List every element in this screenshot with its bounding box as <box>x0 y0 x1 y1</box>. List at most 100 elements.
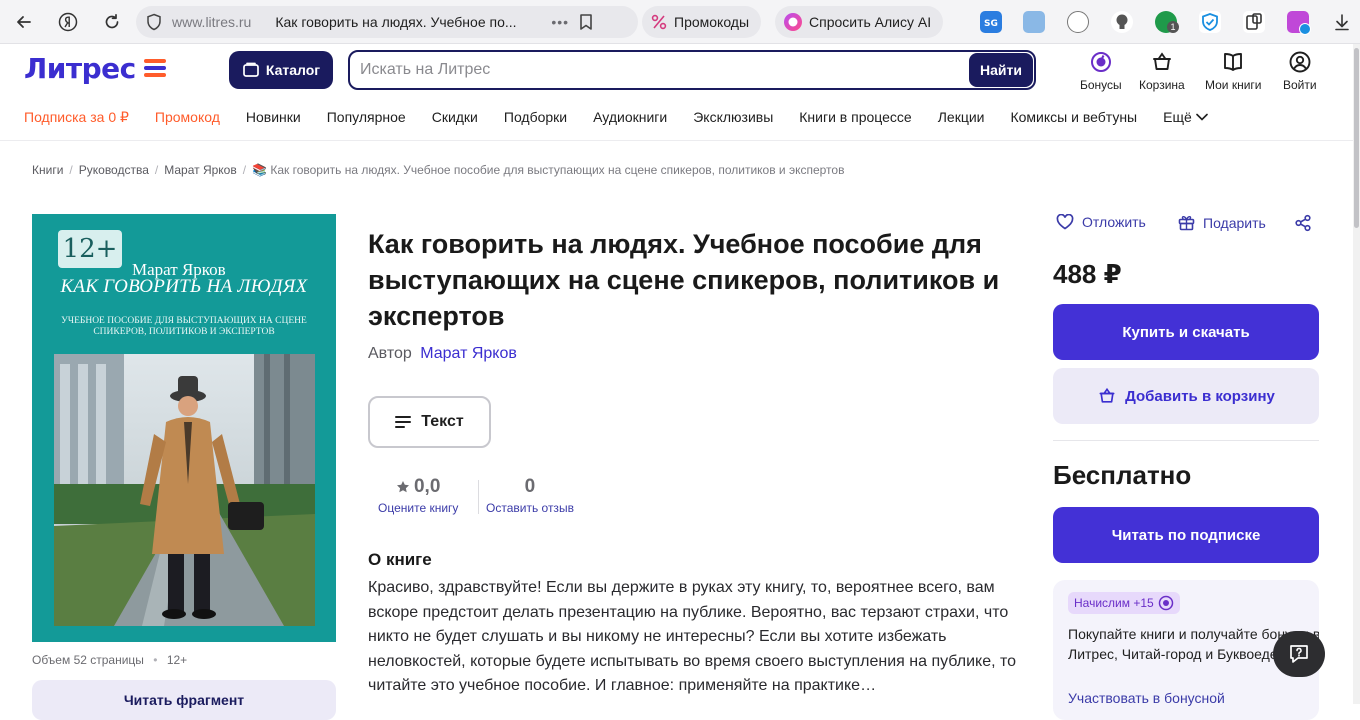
alice-icon <box>783 12 803 32</box>
shield-icon <box>146 13 162 31</box>
add-to-cart-button[interactable]: Добавить в корзину <box>1053 368 1319 424</box>
bonus-coin-icon <box>1158 595 1174 611</box>
more-dots-icon[interactable]: ••• <box>551 14 569 30</box>
promo-pill[interactable]: Промокоды <box>642 6 762 38</box>
rating-divider <box>478 480 479 514</box>
nav-popular[interactable]: Популярное <box>327 109 406 125</box>
nav-lectures[interactable]: Лекции <box>938 109 985 125</box>
chat-support-button[interactable] <box>1273 631 1325 677</box>
nav-more[interactable]: Ещё <box>1163 109 1208 125</box>
rating-value: 0,0 <box>413 476 441 497</box>
format-text-button[interactable]: Текст <box>368 396 491 448</box>
defer-label: Отложить <box>1082 214 1146 230</box>
nav-new[interactable]: Новинки <box>246 109 301 125</box>
alice-pill[interactable]: Спросить Алису AI <box>775 6 944 38</box>
extension-bulb-icon[interactable] <box>1111 11 1133 33</box>
chat-question-icon <box>1287 642 1311 666</box>
nav-promocode[interactable]: Промокод <box>155 109 220 125</box>
sidebar-divider <box>1053 440 1319 441</box>
catalog-button[interactable]: Каталог <box>229 51 333 89</box>
header-login[interactable]: Войти <box>1283 50 1317 92</box>
cart-icon <box>1097 386 1117 406</box>
book-title: Как говорить на людях. Учебное пособие д… <box>368 229 1000 331</box>
gift-icon <box>1178 214 1195 231</box>
promo-pill-label: Промокоды <box>674 14 750 30</box>
cover-title: КАК ГОВОРИТЬ НА ЛЮДЯХ <box>60 276 308 297</box>
download-icon[interactable] <box>1330 10 1354 34</box>
rating-block[interactable]: 0,0 Оцените книгу <box>378 476 458 515</box>
header-cart[interactable]: Корзина <box>1139 50 1185 92</box>
catalog-label: Каталог <box>265 62 321 78</box>
extension-chatgpt-icon[interactable] <box>1067 11 1089 33</box>
reload-icon[interactable] <box>100 10 124 34</box>
heart-icon <box>1056 214 1074 230</box>
header-bonus[interactable]: Бонусы <box>1080 50 1122 92</box>
share-button[interactable] <box>1294 214 1312 232</box>
book-stack-icon <box>242 62 260 78</box>
back-icon[interactable] <box>12 10 36 34</box>
breadcrumb-separator: / <box>242 163 247 177</box>
search-bar: Найти <box>348 50 1036 90</box>
extension-weather-icon[interactable] <box>1023 11 1045 33</box>
author-link[interactable]: Марат Ярков <box>420 345 517 362</box>
free-heading: Бесплатно <box>1053 460 1192 490</box>
nav-subscription[interactable]: Подписка за 0 ₽ <box>24 109 129 126</box>
header-my-books[interactable]: Мои книги <box>1205 50 1262 92</box>
reviews-block[interactable]: 0 Оставить отзыв <box>486 476 574 515</box>
book-price: 488 ₽ <box>1053 259 1122 289</box>
extension-shield-icon[interactable]: 1 <box>1155 11 1179 33</box>
nav-discounts[interactable]: Скидки <box>432 109 478 125</box>
scrollbar-thumb[interactable] <box>1354 48 1359 228</box>
bonus-icon <box>1089 50 1113 74</box>
add-to-cart-label: Добавить в корзину <box>1125 387 1275 405</box>
litres-logo[interactable]: Литрес <box>24 52 166 85</box>
cover-age-badge: 12+ <box>58 230 122 268</box>
breadcrumb-separator: / <box>69 163 73 177</box>
format-label: Текст <box>421 413 464 430</box>
search-button[interactable]: Найти <box>969 53 1033 87</box>
nav-comics[interactable]: Комиксы и вебтуны <box>1010 109 1137 125</box>
breadcrumb-guides[interactable]: Руководства <box>79 163 149 177</box>
read-subscription-button[interactable]: Читать по подписке <box>1053 507 1319 563</box>
buy-download-button[interactable]: Купить и скачать <box>1053 304 1319 360</box>
extension-sg-icon[interactable]: SG <box>980 11 1002 33</box>
age-rating: 12+ <box>166 653 188 667</box>
nav-audiobooks[interactable]: Аудиокниги <box>593 109 667 125</box>
star-icon <box>396 480 410 494</box>
gift-label: Подарить <box>1203 214 1266 231</box>
nav-in-progress[interactable]: Книги в процессе <box>799 109 911 125</box>
nav-exclusives[interactable]: Эксклюзивы <box>693 109 773 125</box>
rate-book-link[interactable]: Оцените книгу <box>378 501 458 515</box>
author-label: Автор <box>368 345 412 362</box>
my-books-icon <box>1221 50 1245 74</box>
breadcrumb: Книги / Руководства / Марат Ярков / 📚 Ка… <box>32 163 844 177</box>
dot-separator: • <box>153 653 158 667</box>
tab-title: Как говорить на людях. Учебное по... <box>275 14 517 30</box>
percent-icon <box>650 13 668 31</box>
breadcrumb-author[interactable]: Марат Ярков <box>164 163 237 177</box>
yandex-icon[interactable] <box>56 10 80 34</box>
breadcrumb-books[interactable]: Книги <box>32 163 63 177</box>
gift-button[interactable]: Подарить <box>1178 214 1266 231</box>
main-nav: Подписка за 0 ₽ Промокод Новинки Популяр… <box>24 106 1208 128</box>
page-scrollbar[interactable] <box>1353 44 1360 704</box>
extension-profile-icon[interactable] <box>1287 11 1311 35</box>
alice-pill-label: Спросить Алису AI <box>809 14 932 30</box>
book-volume: Объем 52 страницы • 12+ <box>32 653 187 667</box>
leave-review-link[interactable]: Оставить отзыв <box>486 501 574 515</box>
my-books-label: Мои книги <box>1205 78 1262 92</box>
defer-button[interactable]: Отложить <box>1056 214 1146 230</box>
search-input[interactable] <box>350 52 969 88</box>
extension-vpn-icon[interactable] <box>1199 11 1221 33</box>
extension-puzzle-icon[interactable] <box>1243 11 1265 33</box>
nav-collections[interactable]: Подборки <box>504 109 567 125</box>
address-bar[interactable]: www.litres.ru Как говорить на людях. Уче… <box>136 6 638 38</box>
user-icon <box>1288 50 1312 74</box>
bookmark-icon[interactable] <box>579 13 593 31</box>
browser-toolbar: www.litres.ru Как говорить на людях. Уче… <box>0 0 1360 44</box>
read-fragment-button[interactable]: Читать фрагмент <box>32 680 336 720</box>
book-cover[interactable]: 12+ Марат Ярков КАК ГОВОРИТЬ НА ЛЮДЯХ УЧ… <box>32 214 336 642</box>
bonus-badge: Начислим +15 <box>1068 592 1180 614</box>
bonus-badge-label: Начислим +15 <box>1074 596 1154 610</box>
reviews-count: 0 <box>524 476 536 497</box>
